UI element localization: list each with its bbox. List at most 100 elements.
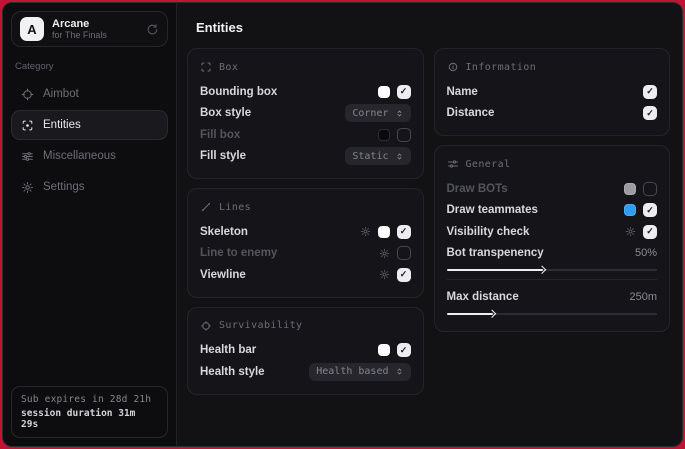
page-title: Entities [196, 20, 670, 35]
chevrons-up-down-icon [395, 367, 404, 376]
right-column: Information Name ✓ Distance ✓ [434, 48, 671, 332]
sidebar-item-label: Settings [43, 181, 85, 193]
viewline-settings-gear-icon[interactable] [379, 269, 390, 280]
survivability-icon [200, 320, 212, 332]
checkmark-icon: ✓ [400, 270, 408, 279]
gear-icon [21, 181, 34, 194]
app-subtitle: for The Finals [52, 30, 107, 40]
app-name: Arcane [52, 18, 107, 31]
bounding-box-checkbox[interactable]: ✓ [397, 85, 411, 99]
app-logo: A [20, 17, 44, 41]
lines-card: Lines Skeleton ✓ Line to enemy [187, 188, 424, 298]
subscription-info: Sub expires in 28d 21h session duration … [11, 386, 168, 438]
sidebar: A Arcane for The Finals Category Aimbot … [3, 3, 177, 446]
visibility-check-settings-gear-icon[interactable] [625, 226, 636, 237]
checkmark-icon: ✓ [646, 206, 654, 215]
info-icon [447, 61, 459, 73]
survivability-card-header: Survivability [200, 320, 411, 332]
refresh-icon[interactable] [146, 23, 159, 36]
sliders-icon [21, 150, 34, 163]
checkmark-icon: ✓ [400, 346, 408, 355]
max-distance-slider[interactable] [447, 313, 658, 315]
main-panel: Entities Box Bounding box ✓ [177, 3, 682, 446]
sub-expiry-text: Sub expires in 28d 21h [21, 394, 158, 405]
app-titles: Arcane for The Finals [52, 18, 107, 41]
fill-box-color-swatch[interactable] [378, 129, 390, 141]
survivability-card: Survivability Health bar ✓ Health style [187, 307, 424, 395]
box-brackets-icon [200, 61, 212, 73]
card-columns: Box Bounding box ✓ Box style Co [187, 48, 670, 395]
viewline-checkbox[interactable]: ✓ [397, 268, 411, 282]
checkmark-icon: ✓ [646, 227, 654, 236]
draw-bots-checkbox[interactable]: ✓ [643, 182, 657, 196]
category-label: Category [15, 61, 164, 72]
skeleton-row: Skeleton ✓ [200, 221, 411, 243]
information-card-header: Information [447, 61, 658, 73]
left-column: Box Bounding box ✓ Box style Co [187, 48, 424, 395]
bounding-box-color-swatch[interactable] [378, 86, 390, 98]
slider-divider [447, 279, 658, 280]
box-style-dropdown[interactable]: Corner [345, 104, 410, 122]
skeleton-settings-gear-icon[interactable] [360, 226, 371, 237]
visibility-check-checkbox[interactable]: ✓ [643, 225, 657, 239]
draw-teammates-checkbox[interactable]: ✓ [643, 203, 657, 217]
health-bar-row: Health bar ✓ [200, 340, 411, 362]
sidebar-item-miscellaneous[interactable]: Miscellaneous [11, 141, 168, 171]
sidebar-item-aimbot[interactable]: Aimbot [11, 79, 168, 109]
sidebar-item-settings[interactable]: Settings [11, 172, 168, 202]
general-sliders-icon [447, 158, 459, 170]
skeleton-checkbox[interactable]: ✓ [397, 225, 411, 239]
sidebar-item-label: Entities [43, 119, 81, 131]
visibility-check-row: Visibility check ✓ [447, 221, 658, 243]
health-style-dropdown[interactable]: Health based [309, 363, 410, 381]
health-style-row: Health style Health based [200, 361, 411, 383]
crosshair-icon [21, 88, 34, 101]
draw-teammates-color-swatch[interactable] [624, 204, 636, 216]
chevrons-up-down-icon [395, 109, 404, 118]
box-card-header: Box [200, 61, 411, 73]
sidebar-header: A Arcane for The Finals [11, 11, 168, 47]
viewline-row: Viewline ✓ [200, 264, 411, 286]
distance-row: Distance ✓ [447, 103, 658, 125]
fill-style-dropdown[interactable]: Static [345, 147, 410, 165]
draw-bots-color-swatch[interactable] [624, 183, 636, 195]
distance-checkbox[interactable]: ✓ [643, 106, 657, 120]
session-duration-text: session duration 31m 29s [21, 408, 158, 430]
general-card: General Draw BOTs ✓ Draw teammates [434, 145, 671, 332]
skeleton-color-swatch[interactable] [378, 226, 390, 238]
fill-box-row: Fill box ✓ [200, 124, 411, 146]
checkmark-icon: ✓ [646, 109, 654, 118]
bounding-box-row: Bounding box ✓ [200, 81, 411, 103]
slider-thumb[interactable] [488, 309, 496, 317]
checkmark-icon: ✓ [646, 87, 654, 96]
sidebar-item-label: Aimbot [43, 88, 79, 100]
line-to-enemy-settings-gear-icon[interactable] [379, 248, 390, 259]
fill-style-row: Fill style Static [200, 146, 411, 168]
line-to-enemy-row: Line to enemy ✓ [200, 243, 411, 265]
diagonal-line-icon [200, 201, 212, 213]
sidebar-item-label: Miscellaneous [43, 150, 116, 162]
max-distance-row: Max distance 250m [447, 287, 658, 307]
general-card-header: General [447, 158, 658, 170]
checkmark-icon: ✓ [400, 87, 408, 96]
fill-box-checkbox[interactable]: ✓ [397, 128, 411, 142]
entities-icon [21, 119, 34, 132]
bot-transparency-value: 50% [635, 247, 657, 259]
lines-card-header: Lines [200, 201, 411, 213]
name-checkbox[interactable]: ✓ [643, 85, 657, 99]
slider-thumb[interactable] [538, 265, 546, 273]
sidebar-item-entities[interactable]: Entities [11, 110, 168, 140]
checkmark-icon: ✓ [400, 227, 408, 236]
name-row: Name ✓ [447, 81, 658, 103]
line-to-enemy-checkbox[interactable]: ✓ [397, 246, 411, 260]
health-bar-color-swatch[interactable] [378, 344, 390, 356]
information-card: Information Name ✓ Distance ✓ [434, 48, 671, 136]
app-window: A Arcane for The Finals Category Aimbot … [2, 2, 683, 447]
box-style-row: Box style Corner [200, 103, 411, 125]
chevrons-up-down-icon [395, 152, 404, 161]
health-bar-checkbox[interactable]: ✓ [397, 343, 411, 357]
bot-transparency-row: Bot transpenency 50% [447, 243, 658, 263]
max-distance-value: 250m [629, 291, 657, 303]
box-card: Box Bounding box ✓ Box style Co [187, 48, 424, 179]
bot-transparency-slider[interactable] [447, 269, 658, 271]
